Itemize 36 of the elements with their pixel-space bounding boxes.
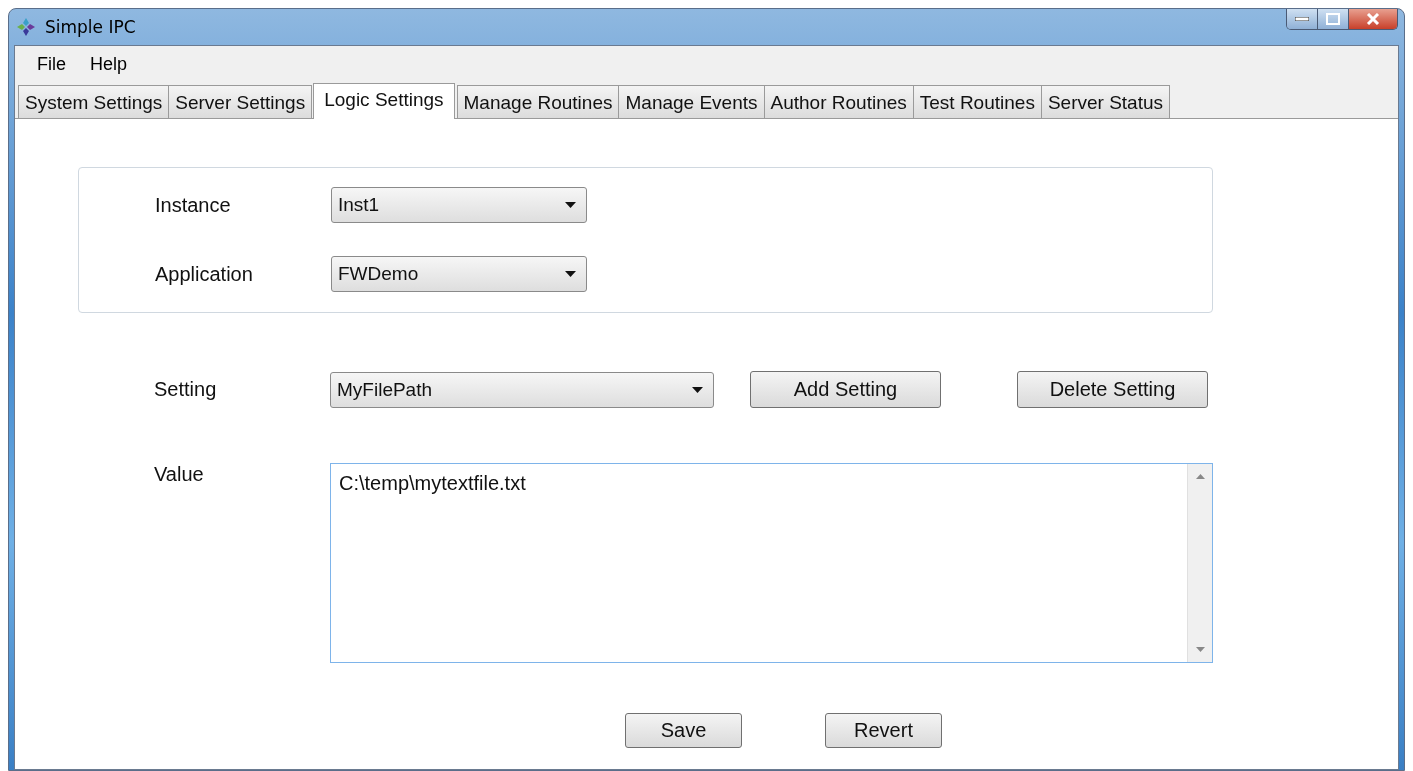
dropdown-arrow-icon — [565, 271, 576, 277]
field-label: Value — [154, 463, 205, 486]
field-label: Application — [155, 262, 254, 286]
add-setting-button[interactable]: Add Setting — [750, 371, 941, 408]
dropdown[interactable]: MyFilePath — [330, 371, 714, 408]
tab[interactable]: Test Routines — [912, 85, 1042, 118]
maximize-icon — [1326, 13, 1340, 25]
tab[interactable]: Author Routines — [763, 85, 914, 118]
close-icon — [1366, 13, 1380, 25]
dropdown-arrow-icon — [692, 386, 703, 393]
scroll-down-icon — [1195, 647, 1205, 652]
dropdown-arrow-icon — [565, 202, 576, 208]
scrollbar[interactable] — [1187, 464, 1212, 662]
tab[interactable]: System Settings — [18, 85, 170, 118]
value-text-area[interactable]: C:\temp\mytextfile.txt — [330, 463, 1213, 663]
delete-setting-button[interactable]: Delete Setting — [1017, 371, 1208, 408]
action-button[interactable]: Revert — [825, 713, 942, 748]
tab[interactable]: Server Status — [1040, 85, 1170, 118]
action-button[interactable]: Save — [625, 713, 742, 748]
tab[interactable]: Manage Events — [618, 85, 765, 118]
scroll-up-icon — [1195, 474, 1205, 479]
maximize-button[interactable] — [1318, 9, 1349, 29]
tab[interactable]: Manage Routines — [456, 85, 620, 118]
menu-item[interactable]: File — [27, 52, 76, 80]
window-title: Simple IPC — [45, 17, 136, 37]
tab[interactable]: Logic Settings — [313, 83, 455, 119]
minimize-button[interactable] — [1287, 9, 1318, 29]
menu-item[interactable]: Help — [80, 52, 138, 80]
field-label: Setting — [154, 378, 218, 401]
tab[interactable]: Server Settings — [168, 85, 313, 118]
close-button[interactable] — [1349, 9, 1397, 29]
dropdown[interactable]: Inst1 — [331, 187, 587, 223]
app-logo-icon — [15, 16, 37, 38]
dropdown[interactable]: FWDemo — [331, 256, 587, 292]
minimize-icon — [1295, 17, 1309, 21]
field-label: Instance — [155, 193, 232, 217]
